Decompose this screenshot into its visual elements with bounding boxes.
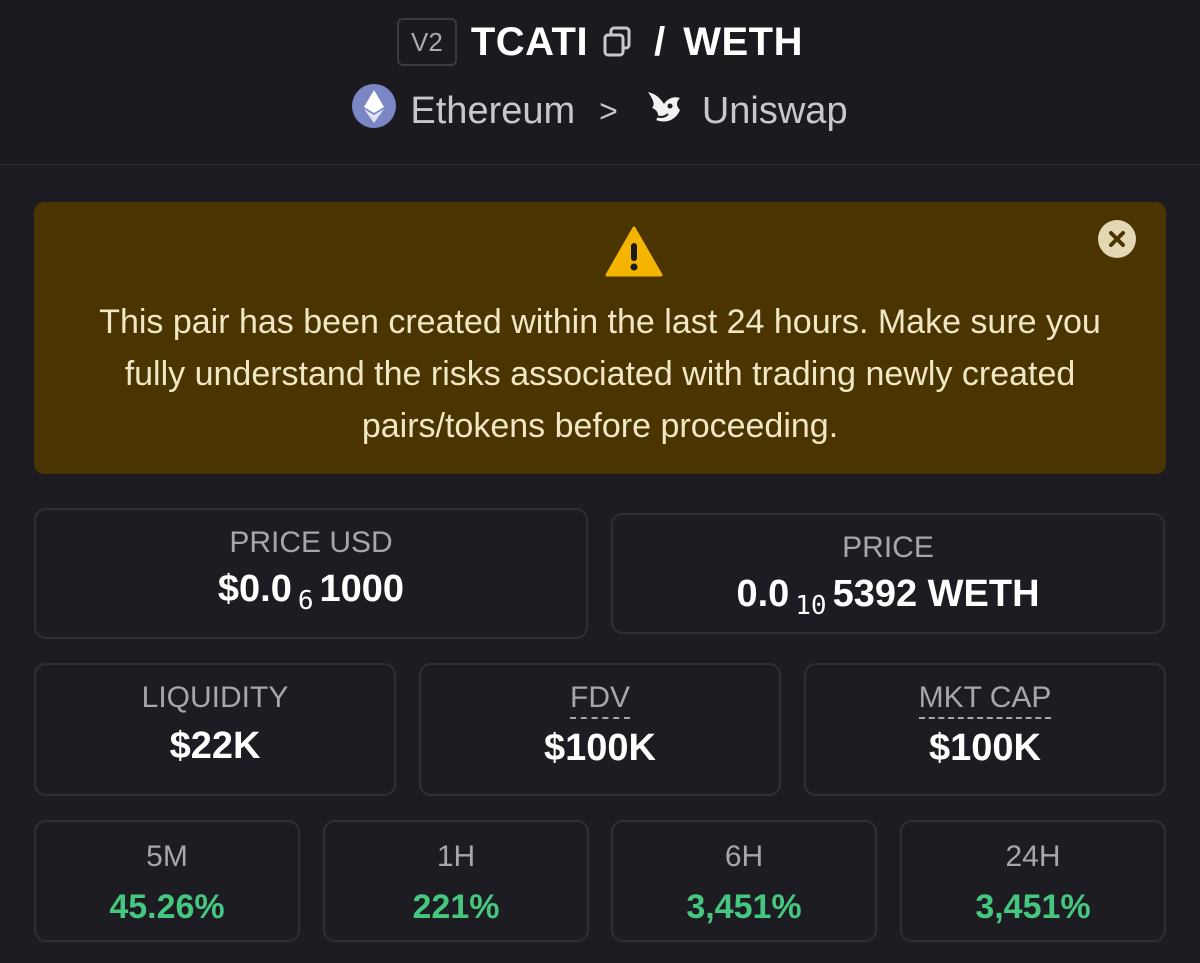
uniswap-icon: [642, 84, 688, 138]
warning-icon: [605, 226, 663, 283]
price-native-digits: 5392 WETH: [832, 573, 1040, 615]
price-native-value: 0.0 10 5392 WETH: [613, 573, 1163, 621]
change-1h-card[interactable]: 1H 221%: [323, 820, 589, 942]
price-native-zero-count: 10: [795, 591, 827, 621]
pair-source-row: Ethereum > Uniswap: [0, 84, 1200, 138]
pair-title-row: V2 TCATI / WETH: [0, 18, 1200, 66]
base-token-name: TCATI: [470, 19, 589, 64]
liquidity-card: LIQUIDITY $22K: [34, 663, 396, 796]
quote-token-name: WETH: [683, 19, 803, 64]
change-24h-label: 24H: [1005, 840, 1061, 873]
warning-message: This pair has been created within the la…: [99, 303, 1101, 445]
price-usd-label: PRICE USD: [229, 526, 393, 559]
close-icon: [1109, 231, 1125, 247]
change-5m-label: 5M: [146, 840, 188, 873]
price-usd-zero-count: 6: [297, 586, 314, 616]
price-native-label: PRICE: [842, 531, 934, 564]
market-cap-value: $100K: [929, 727, 1041, 769]
copy-icon[interactable]: [602, 25, 636, 59]
fdv-label[interactable]: FDV: [570, 681, 630, 719]
pair-separator: /: [654, 19, 666, 64]
price-native-card: PRICE 0.0 10 5392 WETH: [611, 513, 1165, 634]
market-cap-label[interactable]: MKT CAP: [918, 681, 1052, 719]
new-pair-warning: This pair has been created within the la…: [34, 202, 1166, 474]
change-24h-value: 3,451%: [975, 888, 1091, 926]
price-usd-value: $0.0 6 1000: [36, 568, 586, 616]
price-native-prefix: 0.0: [736, 573, 790, 615]
dex-link[interactable]: Uniswap: [702, 90, 848, 133]
change-6h-value: 3,451%: [686, 888, 802, 926]
liquidity-value: $22K: [169, 725, 261, 767]
version-badge: V2: [397, 18, 457, 66]
change-5m-value: 45.26%: [109, 888, 225, 926]
change-5m-card[interactable]: 5M 45.26%: [34, 820, 300, 942]
fdv-value: $100K: [544, 727, 656, 769]
change-6h-card[interactable]: 6H 3,451%: [611, 820, 877, 942]
change-1h-value: 221%: [412, 888, 500, 926]
close-warning-button[interactable]: [1098, 220, 1136, 258]
price-usd-digits: 1000: [319, 568, 405, 610]
chain-link[interactable]: Ethereum: [410, 90, 575, 133]
fdv-card[interactable]: FDV $100K: [419, 663, 781, 796]
change-6h-label: 6H: [724, 840, 764, 873]
change-24h-card[interactable]: 24H 3,451%: [900, 820, 1166, 942]
change-1h-label: 1H: [436, 840, 476, 873]
liquidity-label: LIQUIDITY: [141, 681, 289, 714]
price-usd-card: PRICE USD $0.0 6 1000: [34, 508, 588, 639]
chevron-right-icon: >: [599, 92, 618, 129]
pair-header: V2 TCATI / WETH Ethereum > Uniswap: [0, 0, 1200, 165]
ethereum-icon: [352, 84, 397, 138]
price-usd-prefix: $0.0: [217, 568, 292, 610]
market-cap-card[interactable]: MKT CAP $100K: [804, 663, 1166, 796]
